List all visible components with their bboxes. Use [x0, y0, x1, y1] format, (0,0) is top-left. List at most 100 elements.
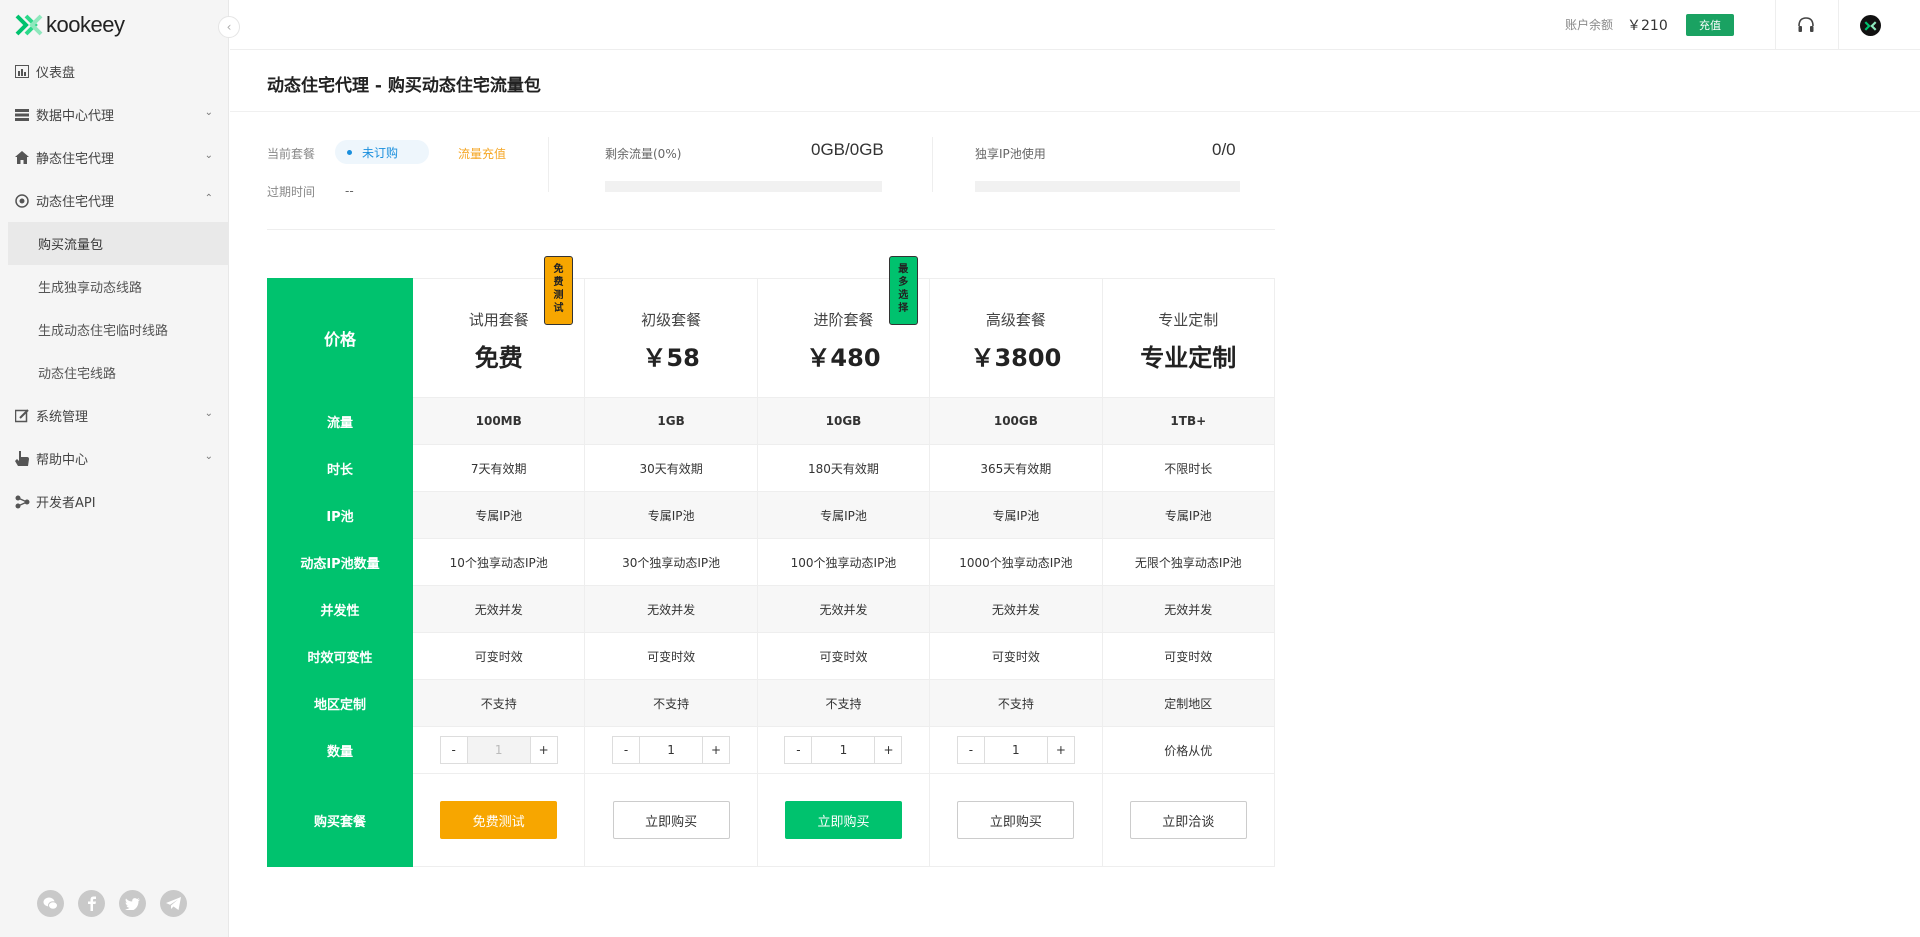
table-cell: -1 +: [411, 726, 586, 774]
plan-status-text: 未订购: [362, 145, 399, 160]
sidebar-subitem-buy-traffic[interactable]: 购买流量包: [8, 222, 229, 265]
plan-price: ￥3800: [970, 344, 1062, 372]
home-icon: [14, 150, 30, 166]
sidebar-item-dashboard[interactable]: 仪表盘: [0, 50, 229, 93]
free-trial-ribbon: 免费测试: [544, 256, 573, 325]
contact-custom-button[interactable]: 立即洽谈: [1129, 801, 1247, 839]
row-header: 购买套餐: [267, 773, 413, 867]
decrement-button[interactable]: -: [440, 737, 467, 763]
plan-price: 免费: [474, 344, 523, 372]
row-header: IP池: [267, 491, 413, 539]
ribbon-char: 费: [553, 277, 564, 288]
buy-advanced-button[interactable]: 立即购买: [784, 801, 902, 839]
table-cell: 100GB: [929, 397, 1103, 445]
table-cell: 可变时效: [929, 632, 1103, 680]
table-cell: 可变时效: [584, 632, 758, 680]
row-header: 动态IP池数量: [267, 538, 413, 586]
quantity-input[interactable]: 1: [639, 737, 704, 763]
sidebar-item-help-center[interactable]: 帮助中心 ⌄: [0, 437, 229, 480]
free-trial-button[interactable]: 免费测试: [440, 801, 558, 839]
table-cell: 无效并发: [929, 585, 1103, 633]
sidebar-subitem-exclusive-lines[interactable]: 生成独享动态线路: [0, 265, 229, 308]
table-row: 数量 -1 + -1 + -1 + -1 + 价格从优: [267, 726, 1276, 774]
remaining-traffic-label: 剩余流量(0%): [605, 147, 682, 161]
recharge-button[interactable]: 充值: [1686, 14, 1734, 36]
row-header: 并发性: [267, 585, 413, 633]
plan-header-custom: 专业定制 专业定制: [1101, 278, 1276, 398]
table-cell: 无效并发: [584, 585, 758, 633]
table-cell: 专属IP池: [929, 491, 1103, 539]
table-cell: 30个独享动态IP池: [584, 538, 758, 586]
plan-price: ￥58: [642, 344, 700, 372]
table-cell: -1 +: [756, 726, 931, 774]
sidebar-subitem-dynamic-lines[interactable]: 动态住宅线路: [0, 351, 229, 394]
table-cell: 立即购买: [756, 773, 931, 867]
table-cell: 1TB+: [1101, 397, 1276, 445]
telegram-icon[interactable]: [160, 890, 187, 917]
quantity-stepper: -1 +: [956, 736, 1075, 764]
plan-name: 初级套餐: [641, 311, 702, 329]
sidebar-item-dynamic-residential[interactable]: 动态住宅代理 ⌃: [0, 179, 229, 222]
table-cell: 不支持: [584, 679, 758, 727]
logo[interactable]: kookeey: [14, 12, 125, 38]
sidebar-subitem-temp-lines[interactable]: 生成动态住宅临时线路: [0, 308, 229, 351]
table-cell: 7天有效期: [411, 444, 586, 492]
sidebar-item-system-management[interactable]: 系统管理 ⌄: [0, 394, 229, 437]
increment-button[interactable]: +: [875, 737, 902, 763]
table-row: IP池 专属IP池 专属IP池 专属IP池 专属IP池 专属IP池: [267, 491, 1276, 539]
table-cell: 可变时效: [411, 632, 586, 680]
plan-header-trial: 免费测试 试用套餐 免费: [411, 256, 586, 398]
table-cell: 1GB: [584, 397, 758, 445]
table-cell: 100个独享动态IP池: [756, 538, 931, 586]
quantity-input[interactable]: 1: [811, 737, 876, 763]
buy-premium-button[interactable]: 立即购买: [957, 801, 1075, 839]
collapse-sidebar-button[interactable]: ‹: [218, 16, 240, 38]
table-cell: 10个独享动态IP池: [411, 538, 586, 586]
table-cell: 无效并发: [1101, 585, 1276, 633]
quantity-stepper: -1 +: [612, 736, 731, 764]
sidebar-item-datacenter-proxy[interactable]: 数据中心代理 ⌄: [0, 93, 229, 136]
divider: [932, 137, 933, 192]
quantity-input[interactable]: 1: [983, 737, 1048, 763]
row-header: 时效可变性: [267, 632, 413, 680]
divider: [548, 137, 549, 192]
ribbon-char: 多: [898, 277, 909, 288]
logo-text: kookeey: [46, 12, 125, 37]
increment-button[interactable]: +: [530, 737, 557, 763]
buy-basic-button[interactable]: 立即购买: [612, 801, 730, 839]
kookeey-logo-icon: [1864, 20, 1877, 31]
table-row: 动态IP池数量 10个独享动态IP池 30个独享动态IP池 100个独享动态IP…: [267, 538, 1276, 586]
table-cell: 专属IP池: [411, 491, 586, 539]
ribbon-char: 免: [553, 264, 564, 275]
table-row: 时效可变性 可变时效 可变时效 可变时效 可变时效 可变时效: [267, 632, 1276, 680]
edit-icon: [14, 408, 30, 424]
table-row: 时长 7天有效期 30天有效期 180天有效期 365天有效期 不限时长: [267, 444, 1276, 492]
status-dot-icon: [347, 149, 352, 155]
sidebar-item-developer-api[interactable]: 开发者API: [0, 480, 229, 523]
twitter-icon[interactable]: [119, 890, 146, 917]
plan-info-panel: 当前套餐 未订购 流量充值 过期时间 -- 剩余流量(0%) 0GB/0GB 独…: [267, 135, 1275, 230]
facebook-icon[interactable]: [78, 890, 105, 917]
ip-pool-usage-value: 0/0: [1212, 140, 1236, 159]
ribbon-char: 选: [898, 290, 909, 301]
wechat-icon[interactable]: [37, 890, 64, 917]
increment-button[interactable]: +: [703, 737, 730, 763]
table-row: 并发性 无效并发 无效并发 无效并发 无效并发 无效并发: [267, 585, 1276, 633]
decrement-button[interactable]: -: [785, 737, 812, 763]
decrement-button[interactable]: -: [957, 737, 984, 763]
plan-header-advanced: 最多选择 进阶套餐 ￥480: [756, 256, 931, 398]
row-header: 地区定制: [267, 679, 413, 727]
table-cell: 专属IP池: [756, 491, 931, 539]
ribbon-char: 最: [898, 264, 909, 275]
increment-button[interactable]: +: [1047, 737, 1074, 763]
headset-icon[interactable]: [1796, 15, 1816, 35]
avatar[interactable]: [1860, 15, 1881, 36]
plan-status-badge: 未订购: [335, 140, 429, 164]
decrement-button[interactable]: -: [613, 737, 640, 763]
sidebar-item-static-residential[interactable]: 静态住宅代理 ⌄: [0, 136, 229, 179]
sidebar-item-label: 动态住宅代理: [36, 195, 115, 210]
traffic-topup-link[interactable]: 流量充值: [458, 145, 506, 162]
chevron-left-icon: ‹: [226, 20, 232, 34]
quantity-input[interactable]: 1: [466, 737, 531, 763]
table-cell: 365天有效期: [929, 444, 1103, 492]
